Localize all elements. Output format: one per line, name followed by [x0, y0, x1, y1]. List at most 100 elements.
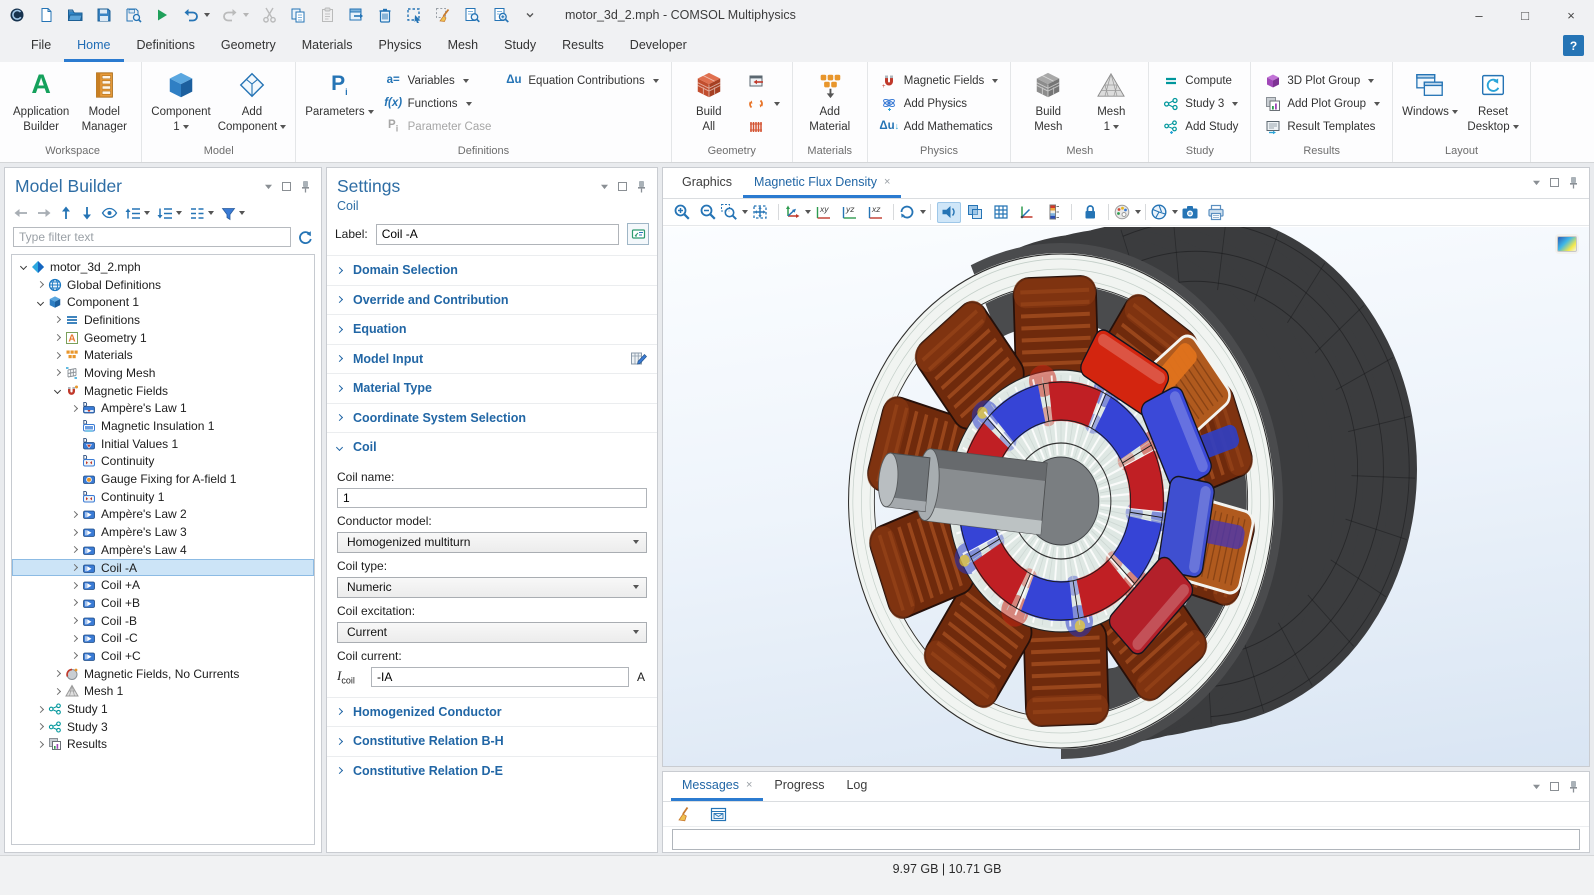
undo-button[interactable] — [182, 6, 200, 24]
tab-log[interactable]: Log — [835, 772, 878, 801]
expand-arrow-icon[interactable] — [50, 317, 64, 322]
tree-node-amp-re-s-law-4[interactable]: Ampère's Law 4 — [12, 541, 314, 559]
plot-group-3d-button[interactable]: 3D Plot Group — [1260, 70, 1383, 91]
node-text-button[interactable] — [189, 206, 214, 221]
zoom-box-button[interactable] — [722, 202, 746, 223]
tab-progress[interactable]: Progress — [763, 772, 835, 801]
compute-button[interactable]: Compute — [1158, 70, 1241, 91]
section-equation[interactable]: Equation — [327, 315, 657, 344]
pin-panel-icon[interactable] — [300, 180, 311, 193]
tree-node-coil--b[interactable]: Coil -B — [12, 612, 314, 630]
tree-node-mesh-1[interactable]: Mesh 1 — [12, 683, 314, 701]
expand-arrow-icon[interactable] — [67, 547, 81, 552]
print-button[interactable] — [1204, 202, 1228, 223]
color-palette-button[interactable] — [1115, 202, 1139, 223]
show-hide-button[interactable] — [101, 206, 118, 220]
redo-button[interactable] — [221, 6, 239, 24]
grid-button[interactable] — [989, 202, 1013, 223]
panel-menu-icon[interactable] — [1532, 179, 1541, 186]
tree-node-continuity[interactable]: DContinuity — [12, 453, 314, 471]
coil-current-input[interactable] — [371, 667, 629, 687]
label-input[interactable] — [376, 224, 619, 245]
menu-tab-developer[interactable]: Developer — [617, 30, 700, 62]
tree-node-coil-+a[interactable]: Coil +A — [12, 576, 314, 594]
deselect-button[interactable] — [434, 6, 452, 24]
tree-node-global-definitions[interactable]: Global Definitions — [12, 276, 314, 294]
transparency-button[interactable] — [963, 202, 987, 223]
run-button[interactable] — [153, 6, 171, 24]
pin-panel-icon[interactable] — [1568, 780, 1579, 793]
tree-node-magnetic-fields-no-currents[interactable]: Magnetic Fields, No Currents — [12, 665, 314, 683]
tab-messages[interactable]: Messages× — [671, 772, 763, 801]
view-xy-button[interactable]: xy — [811, 202, 835, 223]
open-file-button[interactable] — [66, 6, 84, 24]
parameters-button[interactable]: PiParameters — [305, 67, 373, 120]
menu-tab-file[interactable]: File — [18, 30, 64, 62]
messages-log-area[interactable] — [672, 829, 1580, 850]
result-templates-button[interactable]: Result Templates — [1260, 116, 1383, 137]
float-panel-icon[interactable] — [282, 182, 291, 191]
find-button[interactable] — [463, 6, 481, 24]
expand-arrow-icon[interactable] — [67, 600, 81, 605]
expand-arrow-icon[interactable] — [50, 335, 64, 340]
tree-node-component-1[interactable]: Component 1 — [12, 293, 314, 311]
go-to-view-button[interactable] — [785, 202, 809, 223]
axis-orientation-button[interactable] — [1015, 202, 1039, 223]
expand-arrow-icon[interactable] — [33, 707, 47, 712]
lock-view-button[interactable] — [1078, 202, 1102, 223]
virtual-operations-button[interactable] — [744, 116, 783, 137]
expand-arrow-icon[interactable] — [67, 565, 81, 570]
close-tab-icon[interactable]: × — [884, 176, 890, 188]
expand-arrow-icon[interactable] — [67, 512, 81, 517]
reset-desktop-button[interactable]: Reset Desktop — [1465, 67, 1521, 135]
graphics-viewport[interactable] — [663, 227, 1589, 766]
menu-tab-mesh[interactable]: Mesh — [435, 30, 492, 62]
motor-3d-visualization[interactable] — [663, 227, 1589, 766]
tree-node-moving-mesh[interactable]: Moving Mesh — [12, 364, 314, 382]
tree-node-amp-re-s-law-1[interactable]: DAmpère's Law 1 — [12, 400, 314, 418]
menu-tab-study[interactable]: Study — [491, 30, 549, 62]
save-button[interactable] — [95, 6, 113, 24]
collapse-arrow-icon[interactable] — [16, 264, 30, 269]
menu-tab-physics[interactable]: Physics — [365, 30, 434, 62]
preview-button[interactable] — [492, 6, 510, 24]
tree-node-study-1[interactable]: Study 1 — [12, 700, 314, 718]
maximize-button[interactable]: □ — [1502, 0, 1548, 30]
variables-button[interactable]: a=Variables — [381, 70, 495, 91]
tree-node-geometry-1[interactable]: AGeometry 1 — [12, 329, 314, 347]
model-input-edit-icon[interactable] — [630, 351, 647, 366]
rotate-view-button[interactable] — [900, 202, 924, 223]
expand-arrow-icon[interactable] — [67, 653, 81, 658]
float-panel-icon[interactable] — [618, 182, 627, 191]
tree-filter-input[interactable] — [13, 227, 291, 247]
copy-button[interactable] — [289, 6, 307, 24]
coil-name-input[interactable] — [337, 488, 647, 508]
delete-button[interactable] — [376, 6, 394, 24]
expand-arrow-icon[interactable] — [50, 370, 64, 375]
tree-node-motor-3d-2-mph[interactable]: motor_3d_2.mph — [12, 258, 314, 276]
tab-graphics[interactable]: Graphics — [671, 168, 743, 198]
section-model-input[interactable]: Model Input — [327, 345, 657, 374]
refresh-icon[interactable] — [297, 229, 313, 245]
filter-button[interactable] — [221, 206, 245, 221]
expand-arrow-icon[interactable] — [33, 742, 47, 747]
rename-icon[interactable] — [627, 223, 649, 245]
add-study-button[interactable]: Add Study — [1158, 116, 1241, 137]
tree-node-coil-+b[interactable]: Coil +B — [12, 594, 314, 612]
screenshot-button[interactable] — [1178, 202, 1202, 223]
menu-tab-geometry[interactable]: Geometry — [208, 30, 289, 62]
add-material-button[interactable]: Add Material — [802, 67, 858, 135]
expand-arrow-icon[interactable] — [33, 282, 47, 287]
tab-magnetic-flux-density[interactable]: Magnetic Flux Density× — [743, 168, 901, 198]
mesh-1-button[interactable]: Mesh 1 — [1083, 67, 1139, 135]
pin-panel-icon[interactable] — [636, 180, 647, 193]
select-button[interactable] — [405, 6, 423, 24]
color-legend-button[interactable] — [1041, 202, 1065, 223]
new-file-button[interactable] — [37, 6, 55, 24]
customize-toolbar-button[interactable] — [521, 6, 539, 24]
close-tab-icon[interactable]: × — [746, 779, 752, 791]
message-settings-button[interactable] — [706, 804, 730, 825]
color-legend-toggle-icon[interactable] — [1557, 236, 1577, 252]
cut-button[interactable] — [260, 6, 278, 24]
expand-arrow-icon[interactable] — [50, 689, 64, 694]
